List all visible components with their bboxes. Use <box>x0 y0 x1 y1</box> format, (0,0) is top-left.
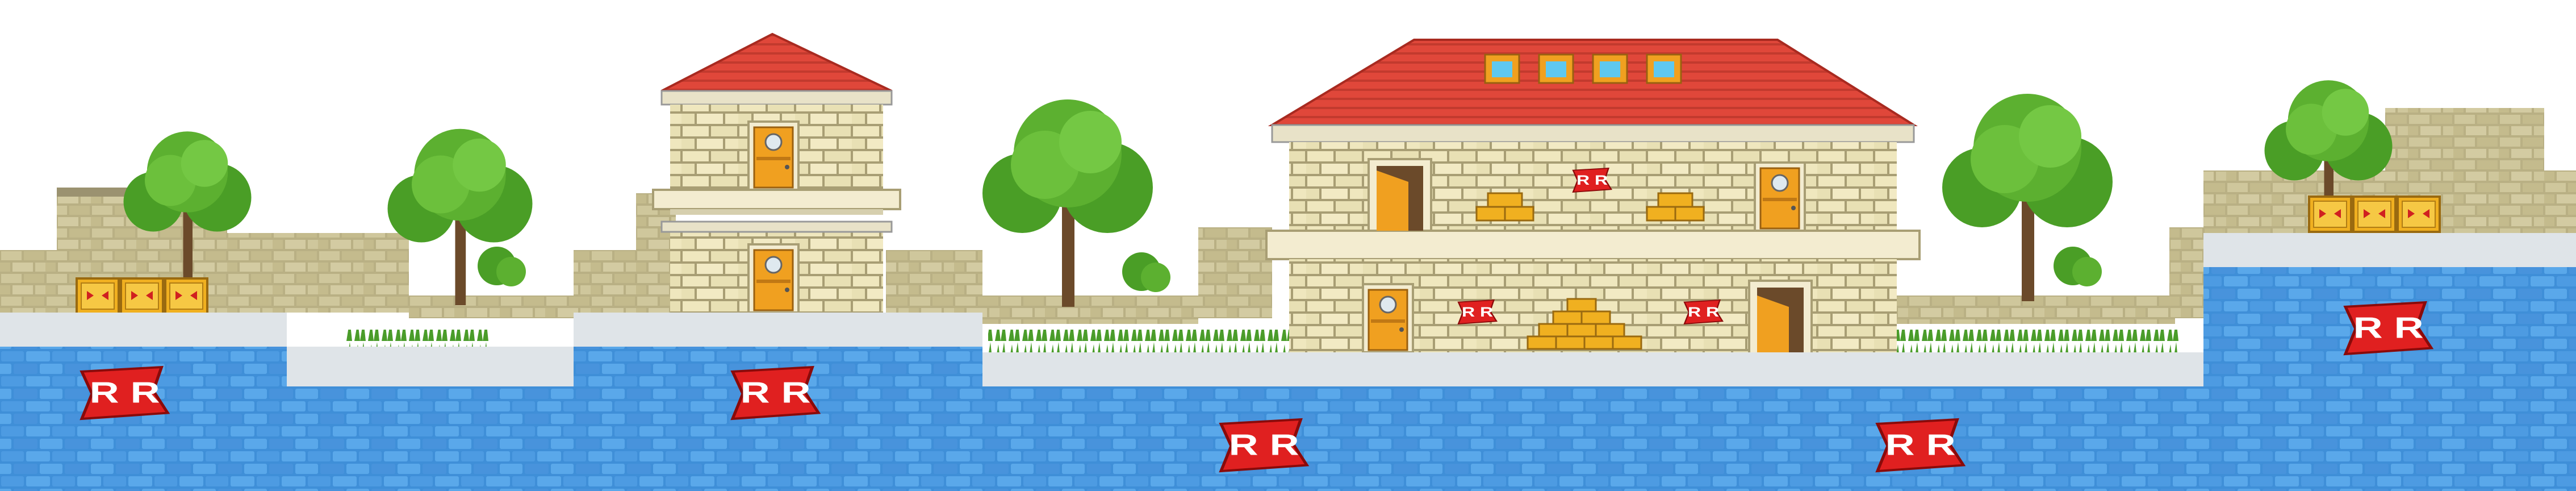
grass-strip <box>1897 330 2181 352</box>
grass-strip <box>988 330 1289 352</box>
window-icon <box>1538 53 1574 84</box>
red-ribbon-flag-icon <box>1877 419 1963 471</box>
door-icon[interactable] <box>747 243 800 314</box>
door-icon[interactable] <box>1362 283 1414 353</box>
red-ribbon-flag-icon <box>1221 419 1307 471</box>
red-ribbon-flag-icon <box>2345 302 2431 354</box>
window-icon <box>1646 53 1682 84</box>
red-ribbon-flag-icon <box>1683 299 1724 325</box>
red-ribbon-flag-icon <box>82 367 168 419</box>
window-icon <box>1592 53 1628 84</box>
open-doorway[interactable] <box>1748 280 1813 357</box>
red-ribbon-flag-icon <box>733 367 818 419</box>
crate-icon[interactable] <box>76 277 120 315</box>
crate-icon[interactable] <box>120 277 164 315</box>
red-ribbon-flag-icon <box>1572 167 1612 193</box>
red-ribbon-flag-icon <box>1457 299 1498 325</box>
crate-icon[interactable] <box>164 277 208 315</box>
main-building <box>1265 39 1921 357</box>
crate-icon[interactable] <box>2397 195 2441 233</box>
bush-icon <box>1122 252 1170 292</box>
bush-icon <box>478 247 526 286</box>
door-icon[interactable] <box>1754 161 1806 232</box>
bush-icon <box>2054 247 2102 286</box>
crate-icon[interactable] <box>2352 195 2397 233</box>
window-icon <box>1484 53 1520 84</box>
tower-building <box>652 32 901 314</box>
door-icon[interactable] <box>747 120 800 191</box>
game-level-scene: R R <box>0 32 2576 491</box>
open-doorway[interactable] <box>1368 158 1432 232</box>
crate-icon[interactable] <box>2308 195 2352 233</box>
